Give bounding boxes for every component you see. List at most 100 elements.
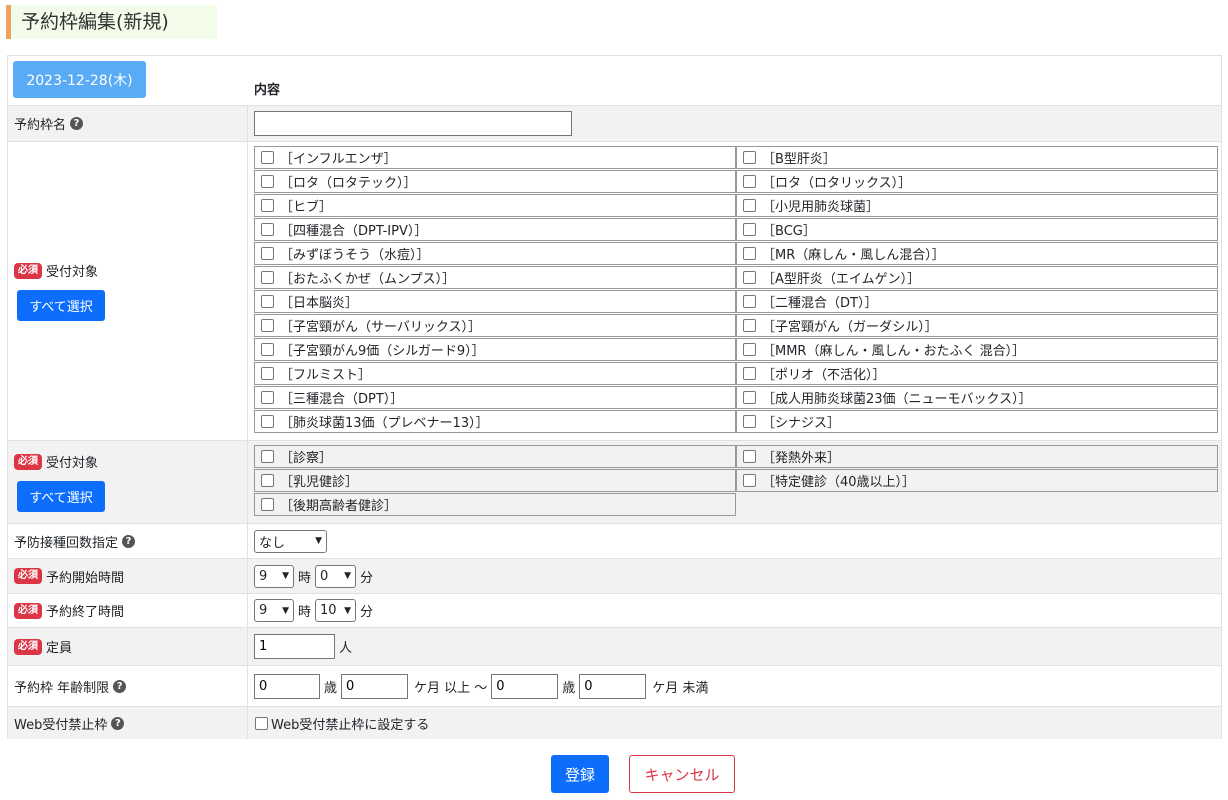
checkbox-label: ［小児用肺炎球菌］ bbox=[762, 200, 880, 215]
checkbox-label: ［発熱外来］ bbox=[762, 451, 841, 466]
checkbox[interactable] bbox=[743, 151, 756, 164]
select-all-button[interactable]: すべて選択 bbox=[17, 290, 105, 321]
checkbox[interactable] bbox=[743, 247, 756, 260]
checkbox-item[interactable]: ［小児用肺炎球菌］ bbox=[736, 194, 1218, 217]
checkbox-item[interactable]: ［ロタ（ロタリックス）］ bbox=[736, 170, 1218, 193]
checkbox-item[interactable]: ［日本脳炎］ bbox=[254, 290, 736, 313]
target2-label-cell: 必須 受付対象 すべて選択 bbox=[8, 441, 248, 523]
checkbox-label: ［BCG］ bbox=[762, 224, 816, 239]
max-months-input[interactable] bbox=[579, 673, 647, 699]
checkbox[interactable] bbox=[261, 247, 274, 260]
checkbox[interactable] bbox=[261, 223, 274, 236]
checkbox-item[interactable]: ［三種混合（DPT）］ bbox=[254, 386, 736, 409]
checkbox-label: ［シナジス］ bbox=[762, 416, 841, 431]
end-time-row: 必須 予約終了時間 9 ▼ 時 10 ▼ 分 bbox=[8, 593, 1221, 627]
checkbox-item[interactable]: ［特定健診（40歳以上）］ bbox=[736, 469, 1218, 492]
slot-name-input[interactable] bbox=[254, 111, 572, 136]
checkbox-item[interactable]: ［ヒブ］ bbox=[254, 194, 736, 217]
checkbox-item[interactable]: ［後期高齢者健診］ bbox=[254, 493, 736, 516]
checkbox-label: ［フルミスト］ bbox=[280, 368, 372, 383]
checkbox[interactable] bbox=[743, 175, 756, 188]
checkbox-item[interactable]: ［四種混合（DPT-IPV）］ bbox=[254, 218, 736, 241]
checkbox-item[interactable]: ［A型肝炎（エイムゲン）］ bbox=[736, 266, 1218, 289]
checkbox[interactable] bbox=[743, 271, 756, 284]
checkbox-item[interactable]: ［MR（麻しん・風しん混合）］ bbox=[736, 242, 1218, 265]
checkbox[interactable] bbox=[261, 199, 274, 212]
help-icon[interactable]: ? bbox=[111, 716, 125, 730]
max-years-input[interactable] bbox=[491, 673, 559, 699]
web-block-checkbox-label[interactable]: Web受付禁止枠に設定する bbox=[271, 714, 429, 733]
checkbox-item[interactable]: ［B型肝炎］ bbox=[736, 146, 1218, 169]
end-minute-select[interactable]: 10 ▼ bbox=[315, 599, 357, 622]
capacity-unit: 人 bbox=[339, 641, 353, 656]
checkbox[interactable] bbox=[743, 450, 756, 463]
checkbox[interactable] bbox=[261, 295, 274, 308]
checkbox-item[interactable]: ［ロタ（ロタテック）］ bbox=[254, 170, 736, 193]
start-time-label-cell: 必須 予約開始時間 bbox=[8, 559, 248, 593]
end-hour-select[interactable]: 9 ▼ bbox=[254, 599, 294, 622]
web-block-checkbox[interactable] bbox=[255, 716, 268, 730]
checkbox-item[interactable]: ［BCG］ bbox=[736, 218, 1218, 241]
help-icon[interactable]: ? bbox=[70, 117, 84, 130]
date-button[interactable]: 2023-12-28(木) bbox=[13, 61, 146, 98]
checkbox-label: ［B型肝炎］ bbox=[762, 152, 836, 167]
checkbox-label: ［特定健診（40歳以上）］ bbox=[762, 475, 916, 490]
start-minute-select[interactable]: 0 ▼ bbox=[315, 564, 357, 588]
checkbox[interactable] bbox=[743, 199, 756, 212]
checkbox[interactable] bbox=[261, 415, 274, 428]
checkbox-item[interactable]: ［インフルエンザ］ bbox=[254, 146, 736, 169]
checkbox[interactable] bbox=[261, 151, 274, 164]
checkbox[interactable] bbox=[743, 295, 756, 308]
checkbox[interactable] bbox=[743, 343, 756, 356]
checkbox[interactable] bbox=[743, 415, 756, 428]
help-icon[interactable]: ? bbox=[122, 534, 136, 548]
checkbox-item[interactable]: ［発熱外来］ bbox=[736, 445, 1218, 468]
checkbox-label: ［成人用肺炎球菌23価（ニューモバックス）］ bbox=[762, 392, 1032, 407]
checkbox-item[interactable]: ［肺炎球菌13価（プレベナー13）］ bbox=[254, 410, 736, 433]
checkbox[interactable] bbox=[261, 367, 274, 380]
help-icon[interactable]: ? bbox=[113, 679, 127, 693]
checkbox-item[interactable]: ［シナジス］ bbox=[736, 410, 1218, 433]
checkbox-label: ［インフルエンザ］ bbox=[280, 152, 397, 167]
checkbox-item[interactable]: ［子宮頸がん（ガーダシル）］ bbox=[736, 314, 1218, 337]
dose-count-select[interactable]: なし ▼ bbox=[254, 529, 327, 553]
checkbox-item[interactable]: ［MMR（麻しん・風しん・おたふく 混合）］ bbox=[736, 338, 1218, 361]
checkbox[interactable] bbox=[261, 498, 274, 511]
target1-row: 必須 受付対象 すべて選択 ［インフルエンザ］ ［B型肝炎］ ［ロタ（ロタテック）］… bbox=[8, 141, 1221, 440]
dose-count-label-cell: 予防接種回数指定 ? bbox=[8, 524, 248, 558]
checkbox[interactable] bbox=[743, 367, 756, 380]
checkbox-item[interactable]: ［ポリオ（不活化）］ bbox=[736, 362, 1218, 385]
min-years-input[interactable] bbox=[254, 673, 320, 699]
submit-button[interactable]: 登録 bbox=[551, 755, 609, 793]
checkbox[interactable] bbox=[261, 343, 274, 356]
checkbox[interactable] bbox=[261, 319, 274, 332]
checkbox-item[interactable]: ［みずぼうそう（水痘）］ bbox=[254, 242, 736, 265]
required-badge: 必須 bbox=[14, 568, 42, 584]
checkbox-item[interactable]: ［成人用肺炎球菌23価（ニューモバックス）］ bbox=[736, 386, 1218, 409]
checkbox-item[interactable]: ［子宮頸がん（サーバリックス）］ bbox=[254, 314, 736, 337]
checkbox[interactable] bbox=[261, 271, 274, 284]
checkbox-item[interactable]: ［子宮頸がん9価（シルガード9）］ bbox=[254, 338, 736, 361]
checkbox-item[interactable]: ［二種混合（DT）］ bbox=[736, 290, 1218, 313]
checkbox-item[interactable]: ［診察］ bbox=[254, 445, 736, 468]
minute-unit: 分 bbox=[360, 570, 374, 586]
select-all-button[interactable]: すべて選択 bbox=[17, 481, 105, 512]
checkbox[interactable] bbox=[743, 223, 756, 236]
checkbox[interactable] bbox=[743, 319, 756, 332]
checkbox-label: ［みずぼうそう（水痘）］ bbox=[280, 248, 430, 263]
checkbox[interactable] bbox=[743, 391, 756, 404]
checkbox[interactable] bbox=[261, 450, 274, 463]
cancel-button[interactable]: キャンセル bbox=[629, 755, 735, 793]
age-limit-label-cell: 予約枠 年齢制限 ? bbox=[8, 666, 248, 706]
checkbox[interactable] bbox=[261, 474, 274, 487]
capacity-input[interactable] bbox=[254, 634, 335, 659]
checkbox-item[interactable]: ［乳児健診］ bbox=[254, 469, 736, 492]
checkbox[interactable] bbox=[743, 474, 756, 487]
start-hour-select[interactable]: 9 ▼ bbox=[254, 564, 294, 588]
checkbox-item[interactable]: ［おたふくかぜ（ムンプス）］ bbox=[254, 266, 736, 289]
hour-unit: 時 bbox=[298, 605, 312, 620]
checkbox[interactable] bbox=[261, 175, 274, 188]
checkbox[interactable] bbox=[261, 391, 274, 404]
min-months-input[interactable] bbox=[341, 673, 409, 699]
checkbox-item[interactable]: ［フルミスト］ bbox=[254, 362, 736, 385]
